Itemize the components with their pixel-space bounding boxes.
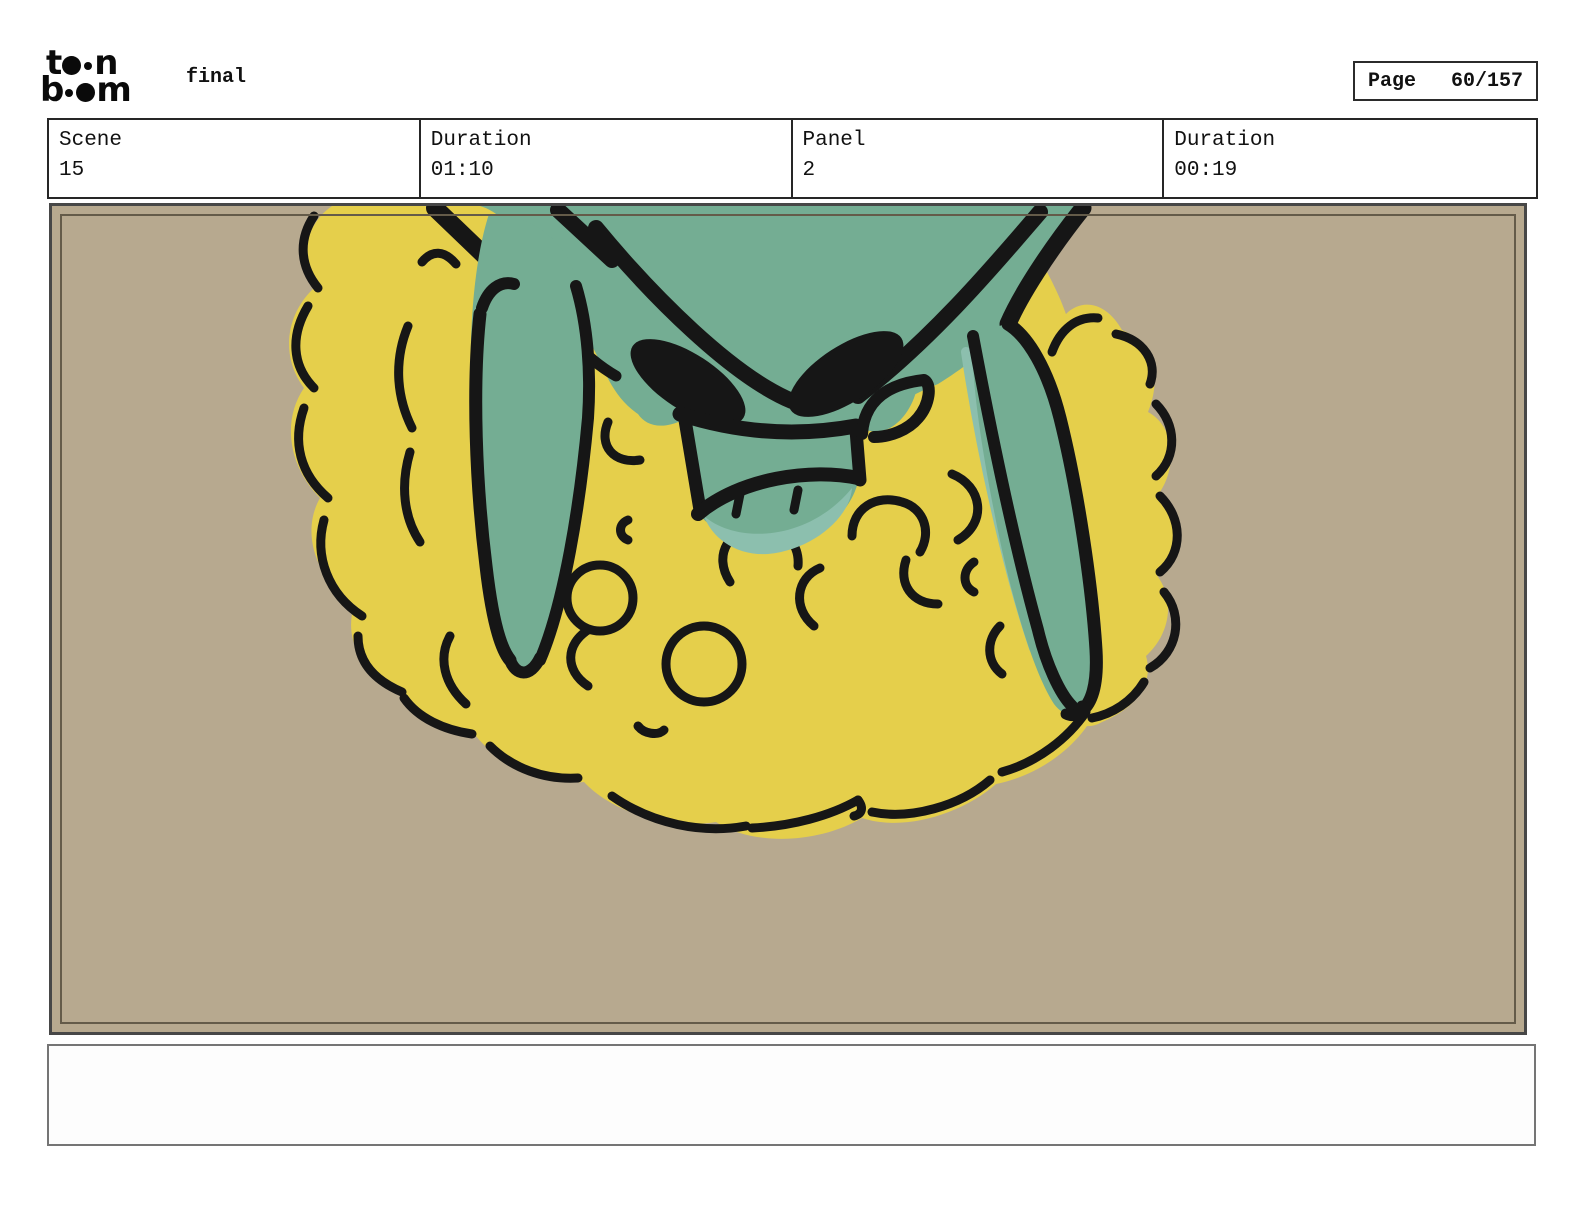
info-value: 00:19 <box>1174 159 1238 182</box>
info-value: 15 <box>59 159 85 182</box>
info-cell-panel-duration: Duration 00:19 <box>1164 120 1536 197</box>
caption-box <box>47 1044 1536 1146</box>
info-label: Duration <box>430 129 532 152</box>
info-value: 2 <box>802 159 816 182</box>
info-cell-scene: Scene 15 <box>49 120 421 197</box>
storyboard-drawing <box>52 206 1524 1032</box>
logo-line-2: bm <box>40 70 132 110</box>
info-cell-scene-duration: Duration 01:10 <box>421 120 793 197</box>
logo-dot-icon <box>62 56 82 75</box>
page-indicator: Page 60/157 <box>1353 61 1538 101</box>
info-cell-panel: Panel 2 <box>793 120 1165 197</box>
logo-dot-icon <box>65 88 74 97</box>
logo-dot-icon <box>84 61 93 70</box>
storyboard-panel <box>49 203 1527 1035</box>
info-label: Scene <box>59 129 123 152</box>
page-indicator-value: 60/157 <box>1450 69 1523 93</box>
page-indicator-label: Page <box>1368 69 1417 93</box>
document-status-label: final <box>186 66 247 89</box>
toonboom-logo: tn bm <box>40 46 176 107</box>
logo-dot-icon <box>76 83 96 102</box>
panel-info-strip: Scene 15 Duration 01:10 Panel 2 Duration… <box>47 118 1538 199</box>
info-label: Panel <box>802 129 866 152</box>
info-label: Duration <box>1174 129 1276 152</box>
info-value: 01:10 <box>430 159 494 182</box>
